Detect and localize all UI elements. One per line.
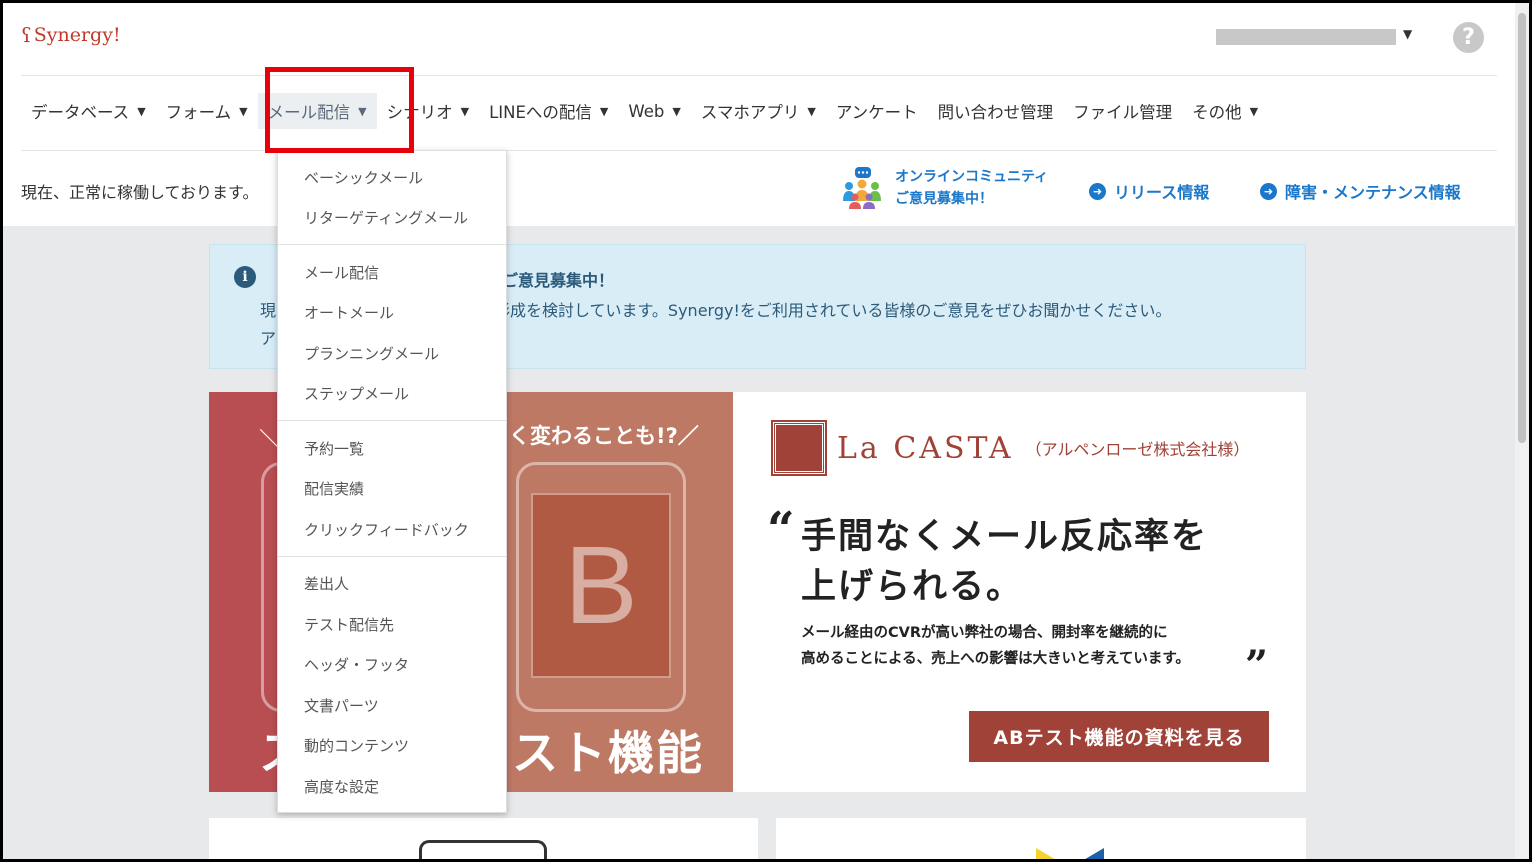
quote-open-mark: “ [767, 502, 795, 558]
info-icon: i [234, 266, 256, 288]
arrow-right-circle-icon: ➜ [1089, 182, 1106, 200]
nav-item-line[interactable]: LINEへの配信 ▼ [479, 93, 618, 129]
release-info-link[interactable]: ➜ リリース情報 [1089, 179, 1209, 203]
mail-delivery-dropdown-menu: ベーシックメール リターゲティングメール メール配信 オートメール プランニング… [277, 150, 507, 813]
notice-line1-right: 形成を検討しています。Synergy!をご利用されている皆様のご意見をぜひお聞か… [494, 301, 1172, 320]
notice-line2-left: ア [260, 329, 277, 348]
subtext-line1: メール経由のCVRが高い弊社の場合、開封率を継続的に [801, 625, 1168, 641]
brand-name: La CASTA [837, 430, 1014, 466]
arrow-right-circle-icon: ➜ [1260, 182, 1277, 200]
divider [21, 75, 1497, 76]
menu-item-delivery-results[interactable]: 配信実績 [278, 469, 506, 510]
menu-item-document-parts[interactable]: 文書パーツ [278, 685, 506, 726]
nav-item-file-management[interactable]: ファイル管理 [1063, 93, 1182, 129]
scrollbar-thumb[interactable] [1518, 13, 1526, 443]
main-content: i するご意見募集中！ 現形成を検討しています。Synergy!をご利用されてい… [3, 226, 1515, 862]
nav-item-label: Web [628, 101, 665, 121]
menu-item-click-feedback[interactable]: クリックフィードバック [278, 509, 506, 550]
nav-item-inquiry[interactable]: 問い合わせ管理 [928, 93, 1064, 129]
menu-item-planning-mail[interactable]: プランニングメール [278, 333, 506, 374]
quote-close-mark: ” [1245, 642, 1269, 689]
chevron-down-icon[interactable]: ▼ [1403, 27, 1412, 41]
menu-item-dynamic-content[interactable]: 動的コンテンツ [278, 726, 506, 767]
system-status-text: 現在、正常に稼働しております。 [21, 183, 259, 202]
phone-letter: B [531, 493, 671, 678]
nav-item-label: スマホアプリ [700, 103, 800, 122]
page-scrollbar[interactable] [1515, 3, 1529, 859]
divider [21, 150, 1497, 151]
menu-divider [278, 555, 506, 557]
community-line1: オンラインコミュニティ [895, 169, 1049, 185]
menu-item-header-footer[interactable]: ヘッダ・フッタ [278, 645, 506, 686]
menu-item-sender[interactable]: 差出人 [278, 564, 506, 605]
help-icon[interactable]: ? [1453, 22, 1484, 53]
community-line2: ご意見募集中！ [895, 191, 993, 207]
community-link[interactable]: オンラインコミュニティ ご意見募集中！ [841, 166, 1048, 210]
nav-item-web[interactable]: Web ▼ [618, 93, 690, 129]
banner-testimonial: La CASTA （アルペンローゼ株式会社様） “ 手間なくメール反応率を 上げ… [733, 392, 1306, 792]
synergy-logo-icon: ʕ [21, 23, 32, 47]
nav-item-label: LINEへの配信 [489, 103, 592, 122]
main-nav: データベース ▼ フォーム ▼ メール配信 ▼ シナリオ ▼ LINEへの配信 ▼ Web… [21, 93, 1268, 129]
menu-item-step-mail[interactable]: ステップメール [278, 374, 506, 415]
nav-item-label: ファイル管理 [1073, 103, 1173, 122]
menu-item-advanced-settings[interactable]: 高度な設定 [278, 766, 506, 807]
nav-item-smartphone-app[interactable]: スマホアプリ ▼ [691, 93, 826, 129]
release-info-label: リリース情報 [1114, 183, 1210, 202]
community-people-icon [841, 167, 883, 209]
banner-left-top-text: く変わることも!?／ [509, 424, 699, 448]
caret-down-icon: ▼ [137, 104, 146, 118]
caret-down-icon: ▼ [239, 104, 248, 118]
logo-text: Synergy! [33, 24, 121, 46]
nav-item-survey[interactable]: アンケート [826, 93, 928, 129]
headline-line1: 手間なくメール反応率を [801, 517, 1209, 557]
subtext-line2: 高めることによる、売上への影響は大きいと考えています。 [801, 651, 1190, 667]
nav-item-label: 問い合わせ管理 [937, 103, 1054, 122]
app-header: ʕ Synergy! ▼ ? データベース ▼ フォーム ▼ メール配信 ▼ シナリオ… [3, 3, 1515, 226]
card-illustration [419, 840, 547, 862]
nav-item-label: その他 [1192, 103, 1242, 122]
menu-item-auto-mail[interactable]: オートメール [278, 293, 506, 334]
maintenance-info-link[interactable]: ➜ 障害・メンテナンス情報 [1260, 179, 1461, 203]
menu-divider [278, 420, 506, 421]
menu-item-mail-delivery[interactable]: メール配信 [278, 252, 506, 293]
menu-item-test-recipients[interactable]: テスト配信先 [278, 604, 506, 645]
caret-down-icon: ▼ [460, 104, 470, 118]
feature-card[interactable] [776, 818, 1306, 862]
menu-item-retargeting-mail[interactable]: リターゲティングメール [278, 198, 506, 239]
feature-card[interactable] [209, 818, 758, 862]
notice-line1-left: 現 [260, 301, 277, 320]
synergy-logo[interactable]: ʕ Synergy! [21, 23, 121, 47]
nav-item-label: アンケート [835, 103, 918, 122]
caret-down-icon: ▼ [1249, 104, 1259, 118]
ab-test-docs-button[interactable]: ABテスト機能の資料を見る [969, 711, 1269, 762]
user-account-menu[interactable] [1216, 29, 1396, 45]
phone-illustration: B [516, 462, 686, 712]
nav-item-label: フォーム [165, 103, 232, 122]
menu-item-basic-mail[interactable]: ベーシックメール [278, 157, 506, 198]
caret-down-icon: ▼ [599, 104, 609, 118]
card-illustration [1036, 848, 1104, 862]
banner-headline: 手間なくメール反応率を 上げられる。 [801, 512, 1208, 612]
nav-item-database[interactable]: データベース ▼ [21, 93, 156, 129]
banner-left-bottom-text: スト機能 [512, 726, 704, 780]
nav-item-other[interactable]: その他 ▼ [1182, 93, 1268, 129]
nav-item-label: データベース [31, 103, 130, 122]
caret-down-icon: ▼ [672, 104, 681, 118]
lacasta-logo: La CASTA （アルペンローゼ株式会社様） [771, 420, 1250, 476]
menu-item-reservation-list[interactable]: 予約一覧 [278, 428, 506, 469]
headline-line2: 上げられる。 [801, 567, 1024, 607]
lacasta-emblem-icon [771, 420, 827, 476]
nav-item-form[interactable]: フォーム ▼ [156, 93, 258, 129]
caret-down-icon: ▼ [807, 104, 816, 118]
highlight-annotation-box [265, 67, 414, 153]
brand-company: （アルペンローゼ株式会社様） [1025, 440, 1250, 459]
maintenance-info-label: 障害・メンテナンス情報 [1285, 183, 1461, 202]
menu-divider [278, 244, 506, 245]
banner-subtext: メール経由のCVRが高い弊社の場合、開封率を継続的に 高めることによる、売上への… [801, 620, 1190, 672]
